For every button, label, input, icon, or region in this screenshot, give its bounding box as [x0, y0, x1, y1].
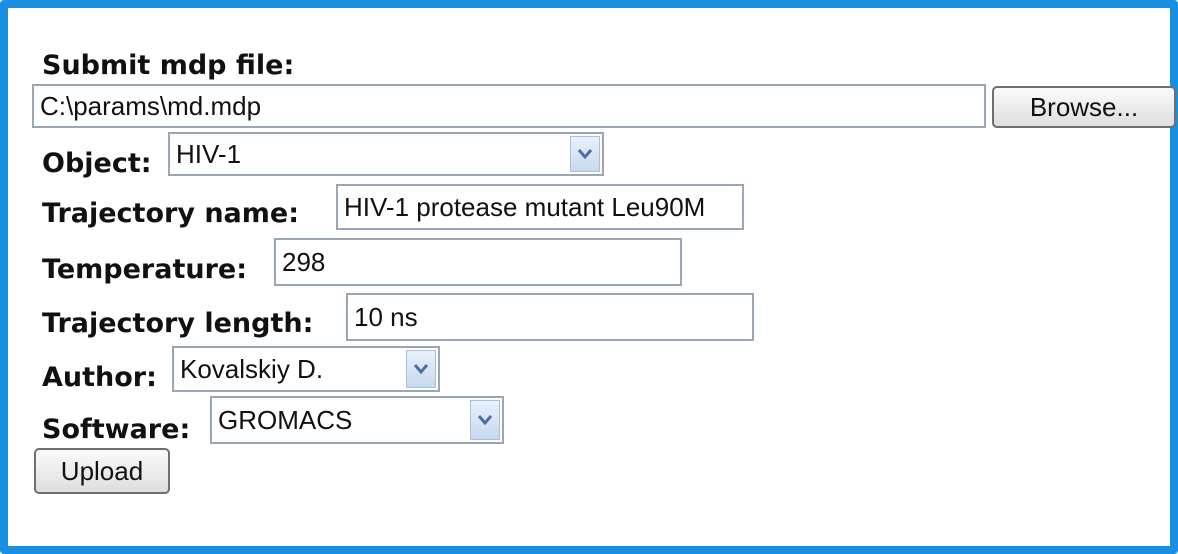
chevron-down-icon[interactable]: [470, 400, 500, 440]
trajectory-name-input[interactable]: HIV-1 protease mutant Leu90M: [336, 184, 744, 230]
author-label: Author:: [42, 362, 157, 393]
trajectory-length-label: Trajectory length:: [42, 308, 314, 339]
mdp-file-label: Submit mdp file:: [42, 50, 295, 81]
browse-button[interactable]: Browse...: [992, 86, 1176, 128]
form-panel: Submit mdp file: C:\params\md.mdp Browse…: [0, 0, 1178, 554]
mdp-file-path-value: C:\params\md.mdp: [40, 90, 262, 121]
object-select[interactable]: HIV-1: [168, 132, 604, 176]
temperature-input[interactable]: 298: [274, 238, 682, 286]
software-selected-value: GROMACS: [218, 404, 353, 435]
chevron-down-icon[interactable]: [406, 350, 436, 388]
trajectory-name-value: HIV-1 protease mutant Leu90M: [344, 191, 706, 222]
software-select[interactable]: GROMACS: [210, 396, 504, 444]
temperature-label: Temperature:: [42, 254, 248, 285]
upload-button[interactable]: Upload: [34, 448, 170, 494]
author-select[interactable]: Kovalskiy D.: [172, 346, 440, 392]
software-label: Software:: [42, 414, 191, 445]
object-selected-value: HIV-1: [176, 138, 242, 169]
author-selected-value: Kovalskiy D.: [180, 353, 324, 384]
object-label: Object:: [42, 148, 152, 179]
trajectory-length-value: 10 ns: [354, 301, 418, 332]
temperature-value: 298: [282, 246, 326, 277]
trajectory-name-label: Trajectory name:: [42, 198, 300, 229]
chevron-down-icon[interactable]: [570, 136, 600, 172]
trajectory-length-input[interactable]: 10 ns: [346, 293, 754, 341]
mdp-file-path-input[interactable]: C:\params\md.mdp: [32, 84, 986, 128]
